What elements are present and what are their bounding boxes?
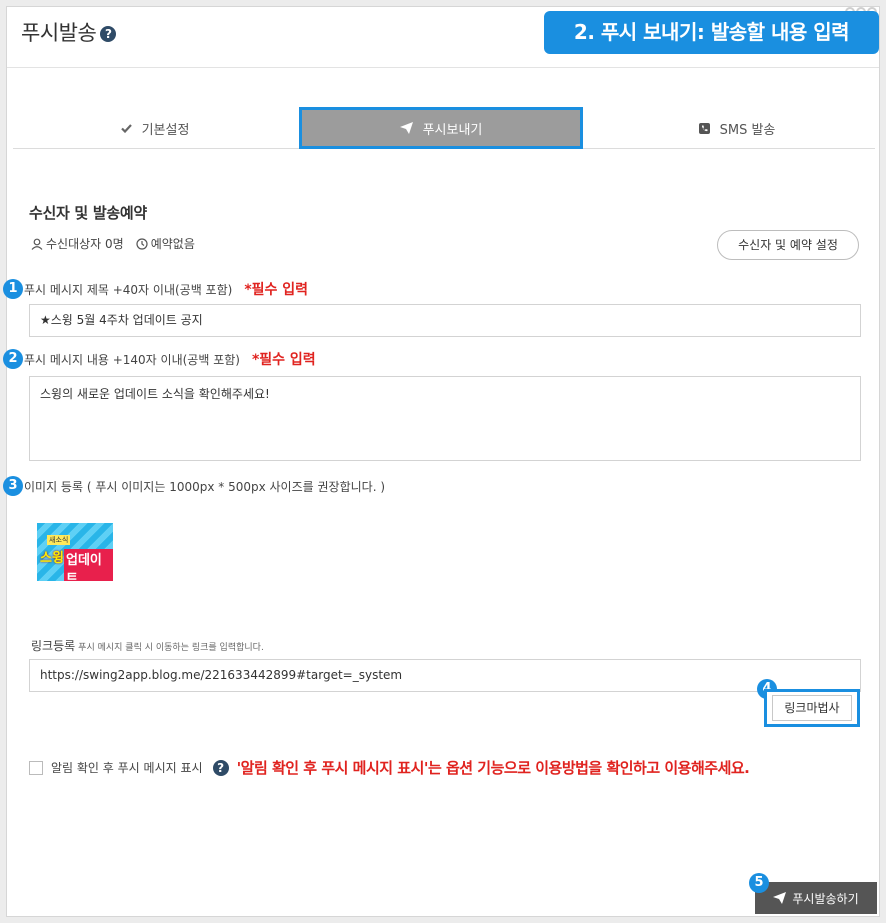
link-label-text: 링크등록	[31, 639, 76, 653]
link-wizard-label: 링크마법사	[772, 695, 852, 721]
help-icon[interactable]: ?	[100, 26, 117, 42]
tab-label: SMS 발송	[719, 122, 776, 138]
link-url-input[interactable]: https://swing2app.blog.me/221633442899#t…	[29, 659, 861, 692]
reservation-status: 예약없음	[136, 235, 195, 252]
option-row: 알림 확인 후 푸시 메시지 표시 ? '알림 확인 후 푸시 메시지 표시'는…	[29, 757, 750, 778]
required-mark: *필수 입력	[251, 352, 316, 368]
thumbnail-text: 스윙	[40, 551, 64, 566]
tab-bar: 기본설정 푸시보내기 SMS 발송	[13, 107, 875, 149]
page-title-text: 푸시발송	[21, 21, 97, 45]
step-badge-5: 5	[749, 873, 769, 893]
checkbox-label: 알림 확인 후 푸시 메시지 표시	[51, 761, 203, 775]
recipients-meta: 수신대상자 0명 예약없음	[31, 235, 195, 252]
tab-label: 기본설정	[141, 122, 190, 138]
image-label-text: 이미지 등록 ( 푸시 이미지는 1000px * 500px 사이즈를 권장합…	[24, 479, 386, 494]
phone-icon	[698, 122, 710, 134]
recipients-title: 수신자 및 발송예약	[29, 204, 147, 222]
tab-basic-settings[interactable]: 기본설정	[13, 107, 297, 149]
page-title: 푸시발송?	[21, 17, 117, 47]
show-after-confirm-checkbox[interactable]	[29, 760, 43, 775]
paper-plane-icon	[399, 122, 413, 134]
reservation-text: 예약없음	[150, 237, 195, 251]
check-icon	[120, 123, 132, 133]
body-field-label: 2 푸시 메시지 내용 +140자 이내(공백 포함) *필수 입력	[3, 349, 316, 369]
divider	[7, 67, 879, 68]
option-notice: '알림 확인 후 푸시 메시지 표시'는 옵션 기능으로 이용방법을 확인하고 …	[236, 759, 750, 777]
step-badge-1: 1	[3, 279, 23, 299]
tab-label: 푸시보내기	[422, 122, 483, 138]
step-badge-2: 2	[3, 349, 23, 369]
paper-plane-icon	[773, 892, 787, 904]
step-badge-3: 3	[3, 476, 23, 496]
required-mark: *필수 입력	[244, 282, 309, 298]
link-field-label: 링크등록 푸시 메시지 클릭 시 이동하는 링크를 입력합니다.	[31, 637, 264, 654]
title-label-text: 푸시 메시지 제목 +40자 이내(공백 포함)	[24, 282, 233, 297]
title-field-label: 1 푸시 메시지 제목 +40자 이내(공백 포함) *필수 입력	[3, 279, 308, 299]
help-icon[interactable]: ?	[212, 759, 229, 776]
body-label-text: 푸시 메시지 내용 +140자 이내(공백 포함)	[24, 352, 240, 367]
thumbnail-tag: 새소식	[47, 535, 71, 545]
image-field-label: 3 이미지 등록 ( 푸시 이미지는 1000px * 500px 사이즈를 권…	[3, 476, 385, 496]
target-count-text: 수신대상자 0명	[46, 237, 124, 251]
tab-sms-send[interactable]: SMS 발송	[599, 107, 875, 149]
tab-push-send[interactable]: 푸시보내기	[299, 107, 583, 149]
target-count: 수신대상자 0명	[31, 235, 124, 252]
user-icon	[31, 238, 43, 250]
push-title-input[interactable]: ★스윙 5월 4주차 업데이트 공지	[29, 304, 861, 337]
send-button-label: 푸시발송하기	[792, 891, 859, 906]
link-hint: 푸시 메시지 클릭 시 이동하는 링크를 입력합니다.	[78, 643, 264, 653]
clock-icon	[136, 237, 148, 250]
recipient-settings-button[interactable]: 수신자 및 예약 설정	[717, 230, 859, 260]
push-send-button[interactable]: 푸시발송하기	[755, 882, 877, 914]
push-send-panel: 푸시발송? 2. 푸시 보내기: 발송할 내용 입력 기본설정 푸시보내기 SM…	[3, 6, 880, 917]
link-wizard-button[interactable]: 링크마법사	[764, 689, 860, 727]
push-body-textarea[interactable]: 스윙의 새로운 업데이트 소식을 확인해주세요!	[29, 376, 861, 461]
step-banner: 2. 푸시 보내기: 발송할 내용 입력	[544, 11, 879, 54]
thumbnail-text: 업데이트	[64, 549, 113, 581]
push-image-thumbnail[interactable]: 새소식 스윙 업데이트	[37, 523, 113, 581]
